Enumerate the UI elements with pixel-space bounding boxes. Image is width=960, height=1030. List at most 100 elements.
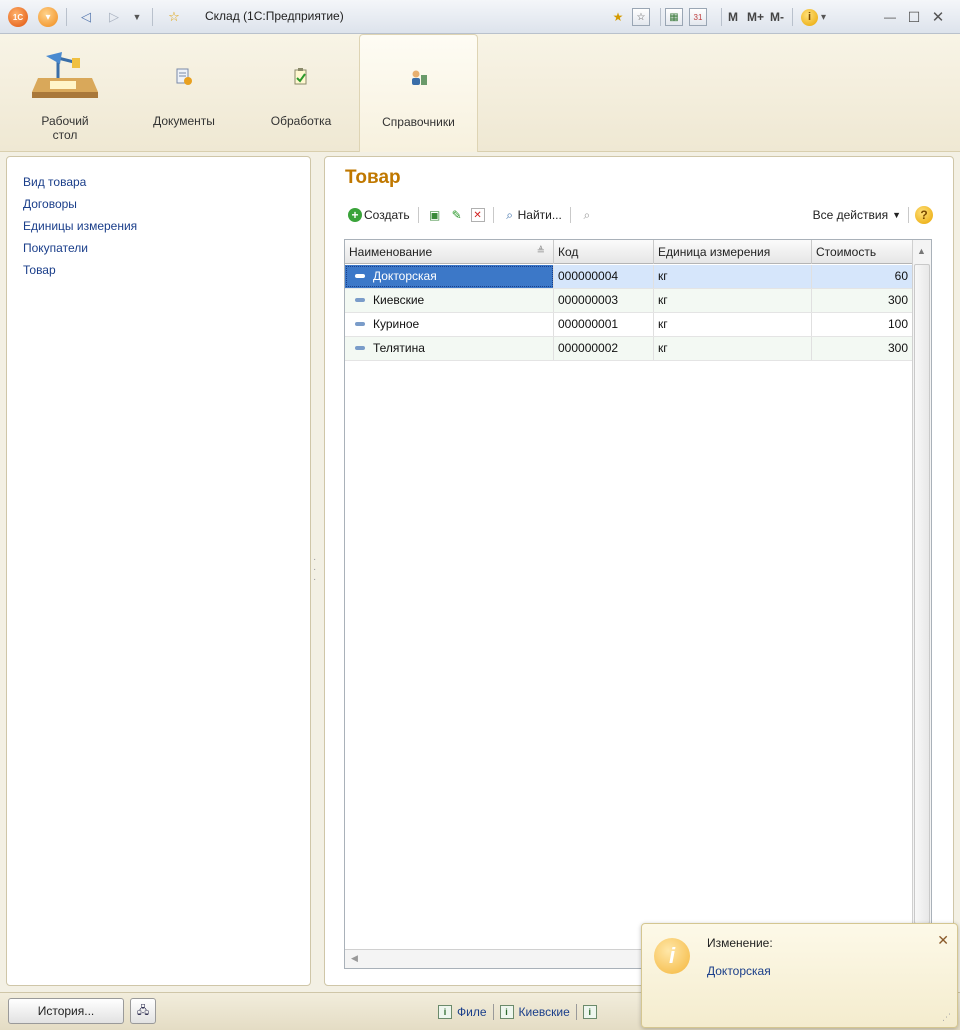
history-dropdown-icon[interactable]: ▼ <box>127 7 147 27</box>
section-label: Документы <box>153 114 215 128</box>
cell-price[interactable]: 300 <box>812 337 912 360</box>
window-info-icon: i <box>438 1005 452 1019</box>
navigation-panel: Вид товара Договоры Единицы измерения По… <box>6 156 311 986</box>
title-separator <box>66 8 67 26</box>
table-header: Наименование ≜ Код Единица измерения Сто… <box>345 240 912 264</box>
back-arrow-icon[interactable]: ◁ <box>76 7 96 27</box>
desktop-lamp-icon <box>32 52 98 98</box>
edit-button[interactable]: ✎ <box>446 204 468 226</box>
cell-price[interactable]: 60 <box>812 265 912 288</box>
section-catalogs[interactable]: Справочники <box>359 34 478 152</box>
open-window-kievskie[interactable]: Киевские <box>519 1005 570 1019</box>
table-row[interactable]: Докторская 000000004 кг 60 <box>345 265 912 289</box>
calendar-icon[interactable]: 31 <box>689 8 707 26</box>
cell-unit[interactable]: кг <box>654 337 812 360</box>
open-windows-bar: i Филе i Киевские i <box>438 1004 602 1020</box>
section-desktop[interactable]: Рабочий стол <box>20 34 110 152</box>
window-title: Склад (1С:Предприятие) <box>205 9 344 23</box>
nav-item-units[interactable]: Единицы измерения <box>23 215 310 237</box>
all-actions-button[interactable]: Все действия ▼ <box>810 204 904 226</box>
maximize-icon[interactable]: ☐ <box>904 7 924 27</box>
scroll-up-icon[interactable]: ▲ <box>917 246 926 256</box>
section-processing[interactable]: Обработка <box>258 34 344 152</box>
cell-unit[interactable]: кг <box>654 313 812 336</box>
nav-item-contracts[interactable]: Договоры <box>23 193 310 215</box>
scroll-left-icon[interactable]: ◀ <box>351 953 358 964</box>
cancel-search-button[interactable]: ⌕ <box>576 204 598 226</box>
open-window-file[interactable]: Филе <box>457 1005 487 1019</box>
calculator-icon[interactable]: ▦ <box>665 8 683 26</box>
copy-document-icon: ▣ <box>428 208 441 222</box>
memory-m-button[interactable]: M <box>728 10 738 24</box>
form-title: Товар <box>345 167 401 188</box>
cell-code[interactable]: 000000004 <box>554 265 654 288</box>
info-dropdown-icon[interactable]: ▾ <box>821 12 826 23</box>
add-favorite-icon[interactable]: ★ <box>610 9 626 25</box>
nav-item-products[interactable]: Товар <box>23 259 310 281</box>
cell-name[interactable]: Телятина <box>345 337 554 360</box>
cell-price[interactable]: 300 <box>812 289 912 312</box>
cell-name[interactable]: Докторская <box>345 265 554 288</box>
memory-minus-button[interactable]: M- <box>770 10 784 24</box>
sections-panel: Рабочий стол Документы Обработка Справоч… <box>0 34 960 152</box>
find-button[interactable]: ⌕ Найти... <box>499 204 565 226</box>
1c-logo-icon[interactable]: 1C <box>8 7 28 27</box>
command-bar: + Создать ▣ ✎ ✕ ⌕ Найти... ⌕ Все действи… <box>345 203 933 227</box>
history-button[interactable]: История... <box>8 998 124 1024</box>
main-menu-icon[interactable]: ▾ <box>38 7 58 27</box>
cell-name[interactable]: Киевские <box>345 289 554 312</box>
copy-button[interactable]: ▣ <box>424 204 446 226</box>
pencil-icon: ✎ <box>451 208 462 222</box>
cell-code[interactable]: 000000002 <box>554 337 654 360</box>
cancel-search-icon: ⌕ <box>583 207 591 222</box>
column-header-name[interactable]: Наименование ≜ <box>345 240 554 264</box>
column-header-price[interactable]: Стоимость <box>812 240 912 264</box>
cell-unit[interactable]: кг <box>654 289 812 312</box>
cell-unit[interactable]: кг <box>654 265 812 288</box>
close-window-icon[interactable]: ✕ <box>928 7 948 27</box>
panel-splitter-handle[interactable]: · · · <box>313 555 319 585</box>
create-button[interactable]: + Создать <box>345 204 413 226</box>
nav-item-product-type[interactable]: Вид товара <box>23 171 310 193</box>
chevron-down-icon: ▼ <box>892 210 901 220</box>
vertical-scroll-thumb[interactable] <box>914 264 930 924</box>
close-icon[interactable]: ✕ <box>937 932 949 949</box>
info-circle-icon: i <box>654 938 690 974</box>
resize-grip-icon[interactable]: ⋰ <box>942 1012 951 1023</box>
sort-ascending-icon: ≜ <box>536 246 545 257</box>
table-row[interactable]: Куриное 000000001 кг 100 <box>345 313 912 337</box>
section-label: Справочники <box>382 115 455 129</box>
cell-code[interactable]: 000000003 <box>554 289 654 312</box>
documents-icon <box>176 68 192 85</box>
right-toolbar: ★ ☆ ▦ 31 M M+ M- i ▾ <box>610 7 826 27</box>
network-icon[interactable]: 🖧 <box>130 998 156 1024</box>
cell-name[interactable]: Куриное <box>345 313 554 336</box>
table-row[interactable]: Телятина 000000002 кг 300 <box>345 337 912 361</box>
title-separator <box>152 8 153 26</box>
delete-button[interactable]: ✕ <box>468 204 488 226</box>
minimize-icon[interactable]: — <box>880 7 900 27</box>
vertical-scrollbar[interactable]: ▲ <box>912 240 931 950</box>
section-documents[interactable]: Документы <box>134 34 234 152</box>
memory-plus-button[interactable]: M+ <box>747 10 764 24</box>
favorites-panel-icon[interactable]: ☆ <box>632 8 650 26</box>
help-icon[interactable]: ? <box>915 206 933 224</box>
forward-arrow-icon[interactable]: ▷ <box>104 7 124 27</box>
table-row[interactable]: Киевские 000000003 кг 300 <box>345 289 912 313</box>
column-header-unit[interactable]: Единица измерения <box>654 240 812 264</box>
nav-item-customers[interactable]: Покупатели <box>23 237 310 259</box>
section-label: Обработка <box>270 114 332 128</box>
info-icon[interactable]: i <box>801 8 819 26</box>
catalogs-icon <box>411 70 427 85</box>
catalog-item-icon <box>355 297 365 302</box>
column-header-code[interactable]: Код <box>554 240 654 264</box>
favorites-star-icon[interactable]: ☆ <box>164 7 184 27</box>
search-icon: ⌕ <box>506 207 513 222</box>
notification-link[interactable]: Докторская <box>707 964 771 978</box>
processing-icon <box>294 68 307 85</box>
delete-mark-icon: ✕ <box>470 208 485 222</box>
form-panel: Товар + Создать ▣ ✎ ✕ ⌕ Найти... ⌕ Все д… <box>324 156 954 986</box>
cell-code[interactable]: 000000001 <box>554 313 654 336</box>
cell-price[interactable]: 100 <box>812 313 912 336</box>
products-table[interactable]: Наименование ≜ Код Единица измерения Сто… <box>344 239 932 969</box>
